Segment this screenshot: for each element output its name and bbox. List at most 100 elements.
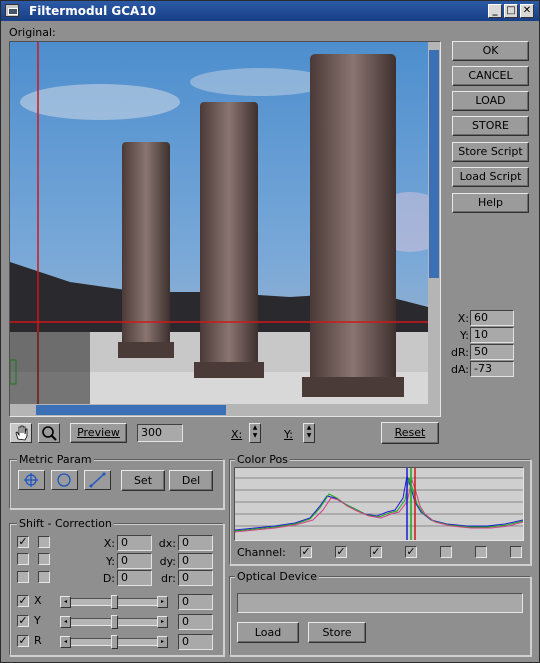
diagonal-line-icon [89, 472, 106, 488]
shift-dr-label: dr: [160, 572, 176, 585]
shift-d-field[interactable]: 0 [117, 570, 152, 586]
cancel-button[interactable]: CANCEL [452, 66, 529, 86]
original-label: Original: [9, 26, 56, 39]
shift-dx-label: dx: [158, 537, 176, 550]
del-button[interactable]: Del [169, 470, 213, 491]
y-slider-value[interactable]: 0 [178, 614, 213, 630]
close-button[interactable]: ✕ [520, 4, 534, 18]
x-slider-right-arrow[interactable]: ▸ [157, 596, 168, 608]
dr-coord-field[interactable]: 50 [470, 344, 514, 360]
x-slider-thumb[interactable] [111, 595, 118, 609]
optical-device-group [229, 576, 531, 656]
optical-load-button[interactable]: Load [237, 622, 299, 643]
color-histogram[interactable] [234, 467, 524, 541]
y-slider-thumb[interactable] [111, 615, 118, 629]
x-coord-field[interactable]: 60 [470, 310, 514, 326]
y-shift-label: Y: [284, 428, 293, 441]
shift-check-3a[interactable] [17, 571, 29, 583]
original-image-view[interactable] [9, 41, 450, 417]
channel-check-5[interactable] [440, 546, 452, 558]
shift-check-1a[interactable]: ✓ [17, 536, 29, 548]
channel-check-4[interactable]: ✓ [405, 546, 417, 558]
r-slider-value[interactable]: 0 [178, 634, 213, 650]
y-slider-label: Y [34, 614, 41, 627]
app-icon[interactable] [5, 4, 19, 17]
preview-size-field[interactable]: 300 [137, 424, 183, 442]
store-button[interactable]: STORE [452, 116, 529, 136]
r-slider-label: R [34, 634, 42, 647]
dr-coord-label: dR: [451, 346, 469, 359]
shift-y-label: Y: [106, 555, 115, 568]
channel-check-3[interactable]: ✓ [370, 546, 382, 558]
circle-tool-button[interactable] [51, 470, 78, 490]
shift-x-label: X: [103, 537, 115, 550]
load-script-button[interactable]: Load Script [452, 167, 529, 187]
r-slider-check[interactable]: ✓ [17, 635, 29, 647]
maximize-button[interactable]: □ [504, 4, 518, 18]
reset-button[interactable]: Reset [381, 422, 439, 444]
y-coord-label: Y: [460, 329, 469, 342]
minimize-button[interactable]: _ [488, 4, 502, 18]
x-slider-check[interactable]: ✓ [17, 595, 29, 607]
title-bar[interactable]: Filtermodul GCA10 _ □ ✕ [1, 1, 539, 21]
x-spinner[interactable]: ▲ ▼ [249, 423, 261, 443]
optical-device-field[interactable] [237, 593, 523, 613]
r-slider-thumb[interactable] [111, 635, 118, 649]
shift-x-field[interactable]: 0 [117, 535, 152, 551]
channel-check-6[interactable] [475, 546, 487, 558]
y-slider-left-arrow[interactable]: ◂ [60, 616, 71, 628]
hand-icon [15, 425, 28, 441]
channel-check-1[interactable]: ✓ [300, 546, 312, 558]
metric-param-title: Metric Param [17, 453, 94, 466]
magnifier-icon [42, 426, 57, 441]
x-shift-label: X: [231, 428, 242, 441]
preview-label: Preview [77, 426, 120, 439]
circle-icon [57, 473, 71, 487]
target-grid-icon [24, 473, 38, 487]
shift-dr-field[interactable]: 0 [178, 570, 213, 586]
shift-check-3b[interactable] [38, 571, 50, 583]
preview-button[interactable]: Preview [70, 423, 127, 443]
shift-dy-field[interactable]: 0 [178, 553, 213, 569]
shift-dy-label: dy: [159, 555, 176, 568]
grid-tool-button[interactable] [18, 470, 45, 490]
optical-store-button[interactable]: Store [308, 622, 366, 643]
statues-photo[interactable] [9, 42, 450, 416]
x-slider-value[interactable]: 0 [178, 594, 213, 610]
r-slider-right-arrow[interactable]: ▸ [157, 636, 168, 648]
channel-label: Channel: [237, 546, 286, 559]
zoom-tool-button[interactable] [38, 423, 60, 443]
x-slider-label: X [34, 594, 42, 607]
x-slider[interactable]: ◂ ▸ [60, 595, 168, 609]
line-tool-button[interactable] [84, 470, 111, 490]
y-spinner[interactable]: ▲ ▼ [303, 423, 315, 443]
ok-button[interactable]: OK [452, 41, 529, 61]
window-title: Filtermodul GCA10 [29, 4, 157, 18]
r-slider[interactable]: ◂ ▸ [60, 635, 168, 649]
y-slider[interactable]: ◂ ▸ [60, 615, 168, 629]
load-button[interactable]: LOAD [452, 91, 529, 111]
optical-device-title: Optical Device [235, 570, 319, 583]
shift-check-2b[interactable] [38, 553, 50, 565]
shift-d-label: D: [102, 572, 115, 585]
shift-y-field[interactable]: 0 [117, 553, 152, 569]
y-slider-check[interactable]: ✓ [17, 615, 29, 627]
r-slider-left-arrow[interactable]: ◂ [60, 636, 71, 648]
reset-label: Reset [394, 426, 426, 439]
y-coord-field[interactable]: 10 [470, 327, 514, 343]
x-shift-label-text: X: [231, 428, 243, 441]
store-script-button[interactable]: Store Script [452, 142, 529, 162]
da-coord-label: dA: [450, 363, 469, 376]
x-slider-left-arrow[interactable]: ◂ [60, 596, 71, 608]
shift-dx-field[interactable]: 0 [178, 535, 213, 551]
channel-check-2[interactable]: ✓ [335, 546, 347, 558]
da-coord-field[interactable]: -73 [470, 361, 514, 377]
channel-check-7[interactable] [510, 546, 522, 558]
shift-check-2a[interactable] [17, 553, 29, 565]
shift-check-1b[interactable] [38, 536, 50, 548]
y-slider-right-arrow[interactable]: ▸ [157, 616, 168, 628]
set-button[interactable]: Set [121, 470, 165, 491]
hand-tool-button[interactable] [10, 423, 32, 443]
shift-correction-title: Shift - Correction [17, 517, 114, 530]
help-button[interactable]: Help [452, 193, 529, 213]
